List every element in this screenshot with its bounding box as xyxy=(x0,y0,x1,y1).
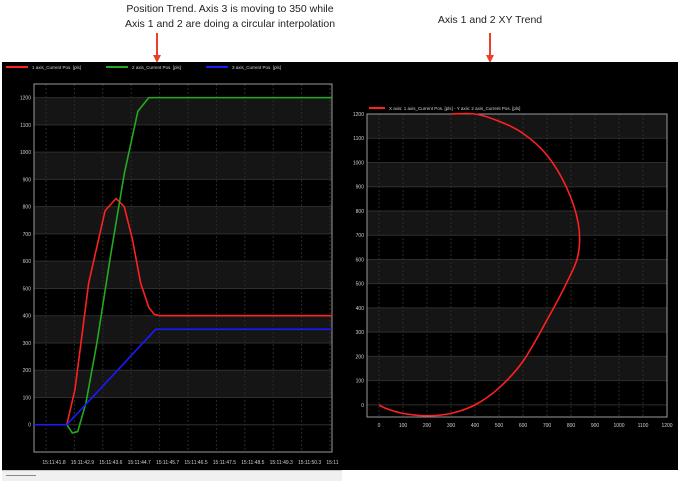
xy-trend-caption: Axis 1 and 2 XY Trend xyxy=(400,13,580,28)
caption-line-2: Axis 1 and 2 are doing a circular interp… xyxy=(124,18,336,30)
x-tick-label: 15:11:41.8 xyxy=(42,460,65,466)
y-tick-label: 1000 xyxy=(353,160,364,166)
grid-band xyxy=(367,162,667,187)
grid-band xyxy=(367,114,667,139)
x-tick-label: 15:11:46.5 xyxy=(184,460,207,466)
x-tick-label: 15:11:42.9 xyxy=(71,460,94,466)
grid-band xyxy=(34,206,332,234)
xy-trend-panel[interactable]: 0 100 200 300 400 500 600 700 800 900 1000 1100 1200… xyxy=(339,62,678,470)
y-tick-label: 1200 xyxy=(353,112,364,118)
legend-label: X axis: 1 axis_Current Pos. [pls] - Y ax… xyxy=(389,106,520,111)
x-tick-label: 15:11:48.5 xyxy=(241,460,264,466)
y-tick-label: 900 xyxy=(23,177,32,183)
x-tick-label: 1200 xyxy=(661,423,672,429)
x-tick-label: 15:11:45.7 xyxy=(156,460,179,466)
xy-trend-chart[interactable]: 0100200300400500600700800900100011001200… xyxy=(339,62,678,470)
x-tick-label: 600 xyxy=(519,423,528,429)
x-tick-label: 15:11:44.7 xyxy=(128,460,151,466)
y-tick-label: 0 xyxy=(28,423,31,429)
x-tick-label: 300 xyxy=(447,423,456,429)
grid-band xyxy=(367,307,667,333)
y-tick-label: 0 xyxy=(361,403,364,409)
y-tick-label: 700 xyxy=(356,233,365,239)
grid-band xyxy=(34,152,332,180)
y-tick-label: 900 xyxy=(356,185,365,191)
caption-xy: Axis 1 and 2 XY Trend xyxy=(437,14,543,26)
x-tick-label: 800 xyxy=(567,423,576,429)
grid-band xyxy=(34,370,332,398)
y-tick-label: 500 xyxy=(23,286,32,292)
y-tick-label: 200 xyxy=(23,368,32,374)
y-tick-label: 300 xyxy=(356,330,365,336)
caption-line-1: Position Trend. Axis 3 is moving to 350 … xyxy=(126,3,334,15)
x-tick-label: 15:11:51.4 xyxy=(326,460,339,466)
y-tick-label: 1100 xyxy=(20,123,31,129)
x-tick-label: 100 xyxy=(399,423,408,429)
x-tick-label: 1100 xyxy=(638,423,649,429)
y-tick-label: 100 xyxy=(356,379,365,385)
x-tick-label: 15:11:50.3 xyxy=(298,460,321,466)
grid-band xyxy=(367,259,667,284)
x-tick-label: 1000 xyxy=(613,423,624,429)
x-tick-label: 15:11:43.6 xyxy=(99,460,122,466)
position-trend-caption: Position Trend. Axis 3 is moving to 350 … xyxy=(60,2,400,32)
y-tick-label: 1100 xyxy=(353,136,364,142)
x-tick-label: 700 xyxy=(543,423,552,429)
x-tick-label: 900 xyxy=(591,423,600,429)
arrow-down-icon xyxy=(486,33,494,63)
grid-band xyxy=(367,210,667,236)
arrow-down-icon xyxy=(153,33,161,63)
position-trend-chart[interactable]: 0 100 200 300 400 500 600 700 800 900 1000 1100 1200… xyxy=(2,62,350,470)
y-tick-label: 1200 xyxy=(20,96,31,102)
y-tick-label: 500 xyxy=(356,282,365,288)
grid-band xyxy=(34,97,332,125)
position-trend-panel[interactable]: 0 100 200 300 400 500 600 700 800 900 1000 1100 1200… xyxy=(2,62,350,470)
y-tick-label: 700 xyxy=(23,232,32,238)
y-tick-label: 600 xyxy=(23,259,32,265)
status-strip xyxy=(2,470,342,481)
x-tick-label: 0 xyxy=(378,423,381,429)
x-tick-label: 15:11:47.5 xyxy=(213,460,236,466)
x-tick-label: 200 xyxy=(423,423,432,429)
x-tick-label: 500 xyxy=(495,423,504,429)
grid-band xyxy=(34,261,332,289)
y-tick-label: 400 xyxy=(356,306,365,312)
y-tick-label: 200 xyxy=(356,354,365,360)
y-tick-label: 1000 xyxy=(20,150,31,156)
x-tick-label: 15:11:49.3 xyxy=(270,460,293,466)
y-tick-label: 100 xyxy=(23,395,32,401)
legend-label: 2 axis_Current Pos. [pls] xyxy=(132,65,181,70)
y-tick-label: 800 xyxy=(356,209,365,215)
y-tick-label: 400 xyxy=(23,314,32,320)
legend-label: 3 axis_Current Pos. [pls] xyxy=(232,65,281,70)
divider xyxy=(6,475,36,476)
y-tick-label: 300 xyxy=(23,341,32,347)
y-tick-label: 600 xyxy=(356,257,365,263)
x-tick-label: 400 xyxy=(471,423,480,429)
legend-label: 1 axis_Current Pos. [pls] xyxy=(32,65,81,70)
y-tick-label: 800 xyxy=(23,205,32,211)
